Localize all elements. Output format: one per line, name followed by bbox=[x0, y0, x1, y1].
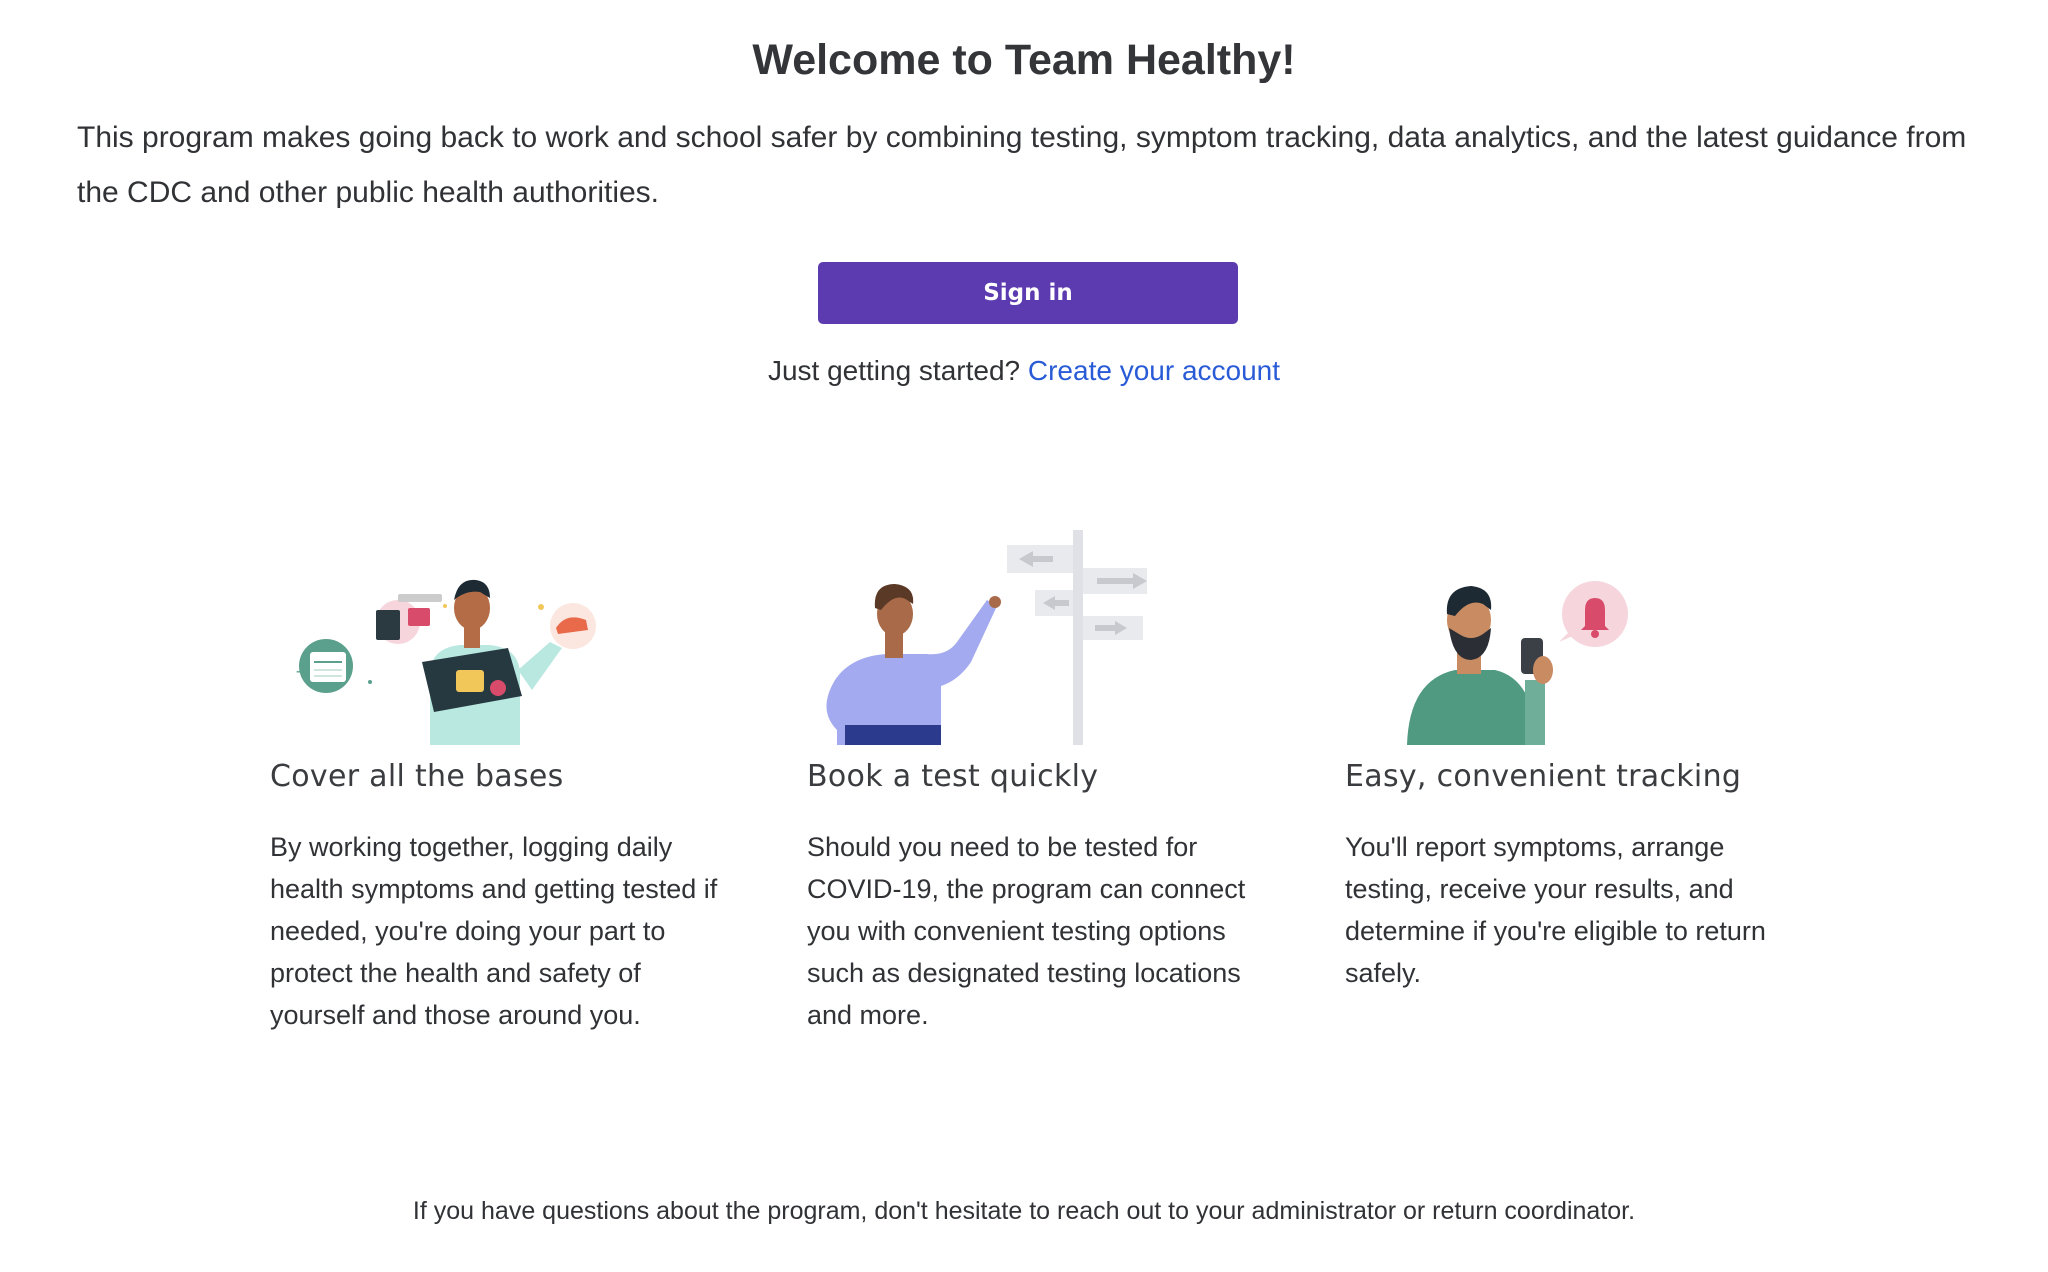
feature-title: Cover all the bases bbox=[270, 759, 564, 794]
feature-description: By working together, logging daily healt… bbox=[270, 832, 718, 1030]
signup-prompt-text: Just getting started? bbox=[767, 355, 1021, 386]
intro-text: This program makes going back to work an… bbox=[77, 121, 1967, 209]
svg-text:+: + bbox=[295, 662, 308, 681]
feature-description: Should you need to be tested for COVID-1… bbox=[807, 832, 1246, 1030]
create-account-link[interactable]: Create your account bbox=[1028, 355, 1280, 386]
feature-book-a-test-quickly: Book a test quickly Should you need to b… bbox=[807, 530, 1277, 1030]
person-with-phone-notification-illustration bbox=[1345, 530, 1815, 745]
page-title: Welcome to Team Healthy! bbox=[752, 36, 1296, 84]
footer-note: If you have questions about the program,… bbox=[412, 1197, 1636, 1225]
signup-prompt-line: Just getting started? Create your accoun… bbox=[0, 355, 2048, 387]
sign-in-button[interactable]: Sign in bbox=[818, 262, 1238, 324]
feature-easy-convenient-tracking: Easy, convenient tracking You'll report … bbox=[1345, 530, 1815, 988]
feature-title: Book a test quickly bbox=[807, 759, 1099, 794]
person-with-toolbox-illustration: + bbox=[270, 530, 740, 745]
feature-cover-all-the-bases: + Cover all the bases By working togethe… bbox=[270, 530, 740, 1030]
person-at-signpost-illustration bbox=[807, 530, 1277, 745]
feature-title: Easy, convenient tracking bbox=[1345, 759, 1742, 794]
feature-description: You'll report symptoms, arrange testing,… bbox=[1345, 832, 1766, 988]
